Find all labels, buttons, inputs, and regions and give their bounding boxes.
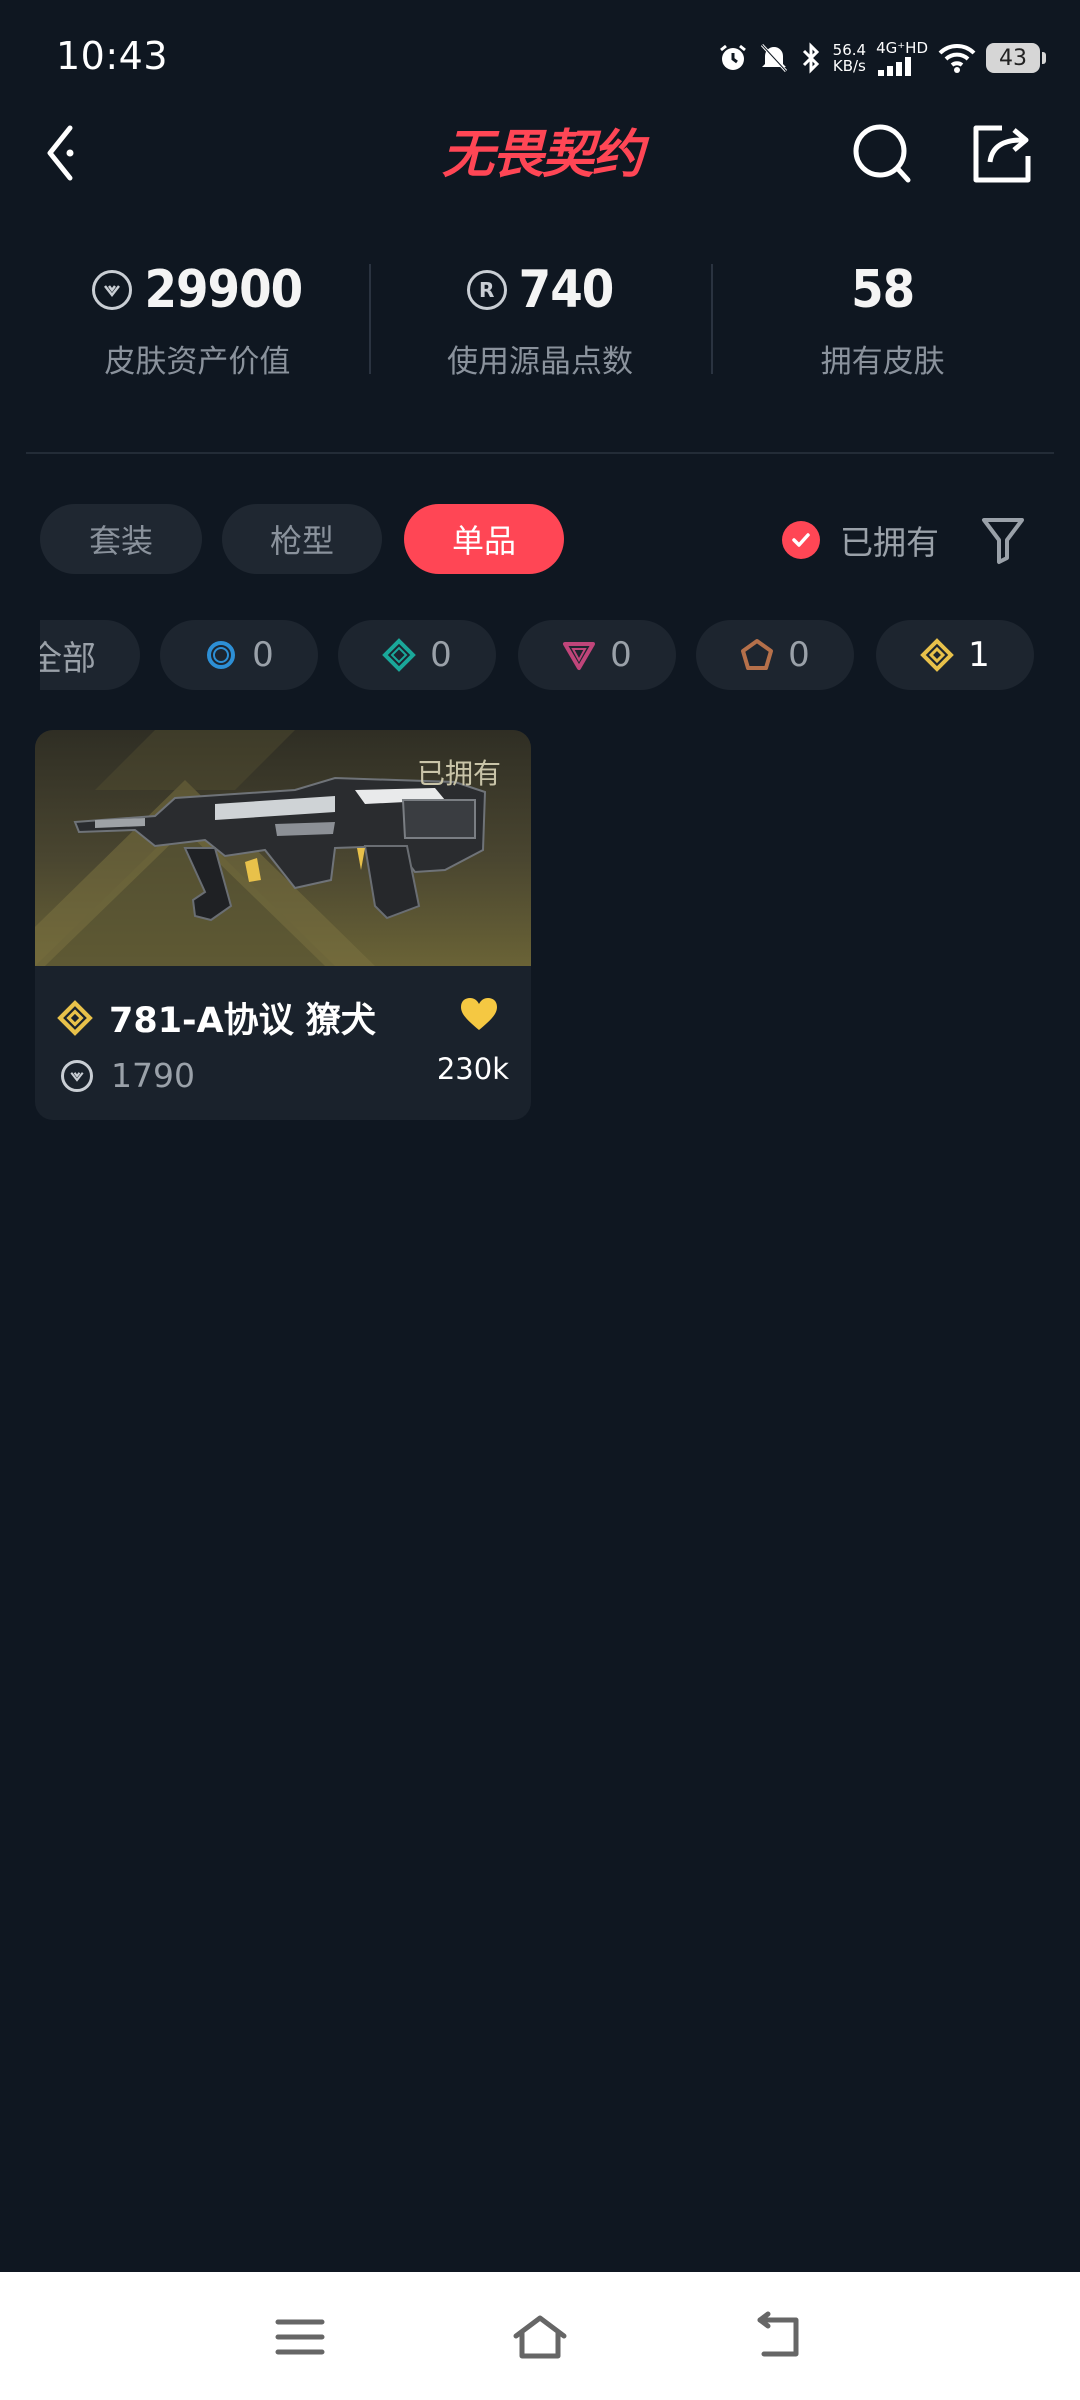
divider — [26, 452, 1054, 454]
system-navigation-bar — [0, 2272, 1080, 2400]
checkmark-icon — [782, 521, 820, 559]
exclusive-tier-icon — [57, 999, 93, 1036]
home-icon — [513, 2315, 567, 2359]
chip-deluxe-tier[interactable]: 0 — [338, 620, 496, 690]
owned-skins-value: 58 — [851, 260, 915, 320]
skin-price: 1790 — [111, 1056, 195, 1095]
filter-icon — [982, 518, 1024, 564]
like-count: 230k — [436, 1052, 509, 1086]
share-icon — [973, 125, 1031, 183]
share-button[interactable] — [968, 118, 1038, 188]
chip-exclusive-tier[interactable]: 1 — [876, 620, 1034, 690]
net-type: 4G⁺HD — [876, 39, 928, 57]
mute-icon — [760, 43, 787, 73]
stat-owned-skins: 58 拥有皮肤 — [711, 250, 1054, 400]
cell-signal: 4G⁺HD — [876, 40, 928, 76]
filter-button[interactable] — [980, 514, 1026, 566]
battery-icon: 43 — [986, 43, 1046, 73]
chip-all-label: 全部 — [40, 638, 96, 679]
back-nav-button[interactable] — [750, 2310, 810, 2364]
tab-single-items[interactable]: 单品 — [404, 504, 564, 574]
rarity-chip-row: 全部 0 0 0 0 1 — [40, 620, 1040, 690]
tab-bundles[interactable]: 套装 — [40, 504, 202, 574]
search-icon — [853, 124, 911, 183]
stats-panel: 29900 皮肤资产价值 R 740 使用源晶点数 58 拥有皮肤 — [26, 250, 1054, 400]
exclusive-tier-icon — [920, 638, 955, 672]
skin-title-row: 781-A协议 獠犬 — [57, 992, 376, 1043]
skin-name: 781-A协议 獠犬 — [109, 1001, 376, 1041]
exclusive-tier-count: 1 — [968, 635, 990, 675]
heart-icon[interactable] — [459, 996, 499, 1032]
net-speed-unit: KB/s — [832, 57, 866, 75]
owned-skins-label: 拥有皮肤 — [820, 344, 945, 380]
premium-tier-count: 0 — [610, 635, 632, 675]
vp-coin-icon — [92, 270, 133, 310]
select-tier-icon — [207, 641, 236, 669]
asset-value: 29900 — [144, 260, 303, 320]
ultra-tier-icon — [741, 639, 774, 670]
chip-select-tier[interactable]: 0 — [160, 620, 318, 690]
owned-filter-toggle[interactable]: 已拥有 — [782, 512, 939, 568]
net-speed-value: 56.4 — [832, 41, 867, 59]
radianite-label: 使用源晶点数 — [447, 344, 633, 380]
deluxe-tier-icon — [382, 638, 417, 672]
radianite-value: 740 — [518, 260, 615, 320]
back-nav-icon — [757, 2311, 799, 2357]
chip-all[interactable]: 全部 — [40, 620, 140, 690]
stat-asset-value: 29900 皮肤资产价值 — [26, 250, 369, 400]
home-nav-button[interactable] — [510, 2310, 570, 2364]
vp-coin-icon — [61, 1059, 93, 1092]
status-time: 10:43 — [56, 34, 169, 78]
net-speed: 56.4 KB/s — [833, 42, 866, 74]
signal-icon — [878, 57, 912, 76]
owned-badge: 已拥有 — [416, 757, 501, 790]
owned-filter-label: 已拥有 — [840, 523, 939, 562]
alarm-icon — [719, 44, 746, 70]
bluetooth-icon — [802, 42, 819, 74]
skin-price-row: 1790 — [61, 1056, 195, 1095]
select-tier-count: 0 — [252, 635, 274, 675]
menu-nav-button[interactable] — [270, 2310, 330, 2364]
tab-weapon-types[interactable]: 枪型 — [222, 504, 382, 574]
back-icon — [47, 125, 74, 181]
skin-card-body: 781-A协议 獠犬 1790 230k — [35, 966, 531, 1120]
premium-tier-icon — [563, 642, 596, 670]
menu-icon — [275, 2319, 325, 2355]
ultra-tier-count: 0 — [788, 635, 810, 675]
status-bar: 10:43 56.4 KB/s 4G⁺HD 43 — [0, 0, 1080, 120]
radianite-icon: R — [466, 270, 507, 310]
deluxe-tier-count: 0 — [430, 635, 452, 675]
asset-value-label: 皮肤资产价值 — [104, 344, 291, 380]
stat-radianite: R 740 使用源晶点数 — [368, 250, 712, 400]
status-icons: 56.4 KB/s 4G⁺HD 43 — [717, 34, 1046, 82]
skin-card[interactable]: 已拥有 781-A协议 獠犬 1790 230k — [35, 730, 531, 1120]
chip-premium-tier[interactable]: 0 — [518, 620, 676, 690]
back-button[interactable] — [38, 118, 98, 188]
search-button[interactable] — [848, 118, 918, 188]
skin-image: 已拥有 — [35, 730, 531, 966]
wifi-icon — [938, 43, 976, 73]
app-logo: 无畏契约 — [441, 125, 644, 185]
chip-ultra-tier[interactable]: 0 — [696, 620, 854, 690]
